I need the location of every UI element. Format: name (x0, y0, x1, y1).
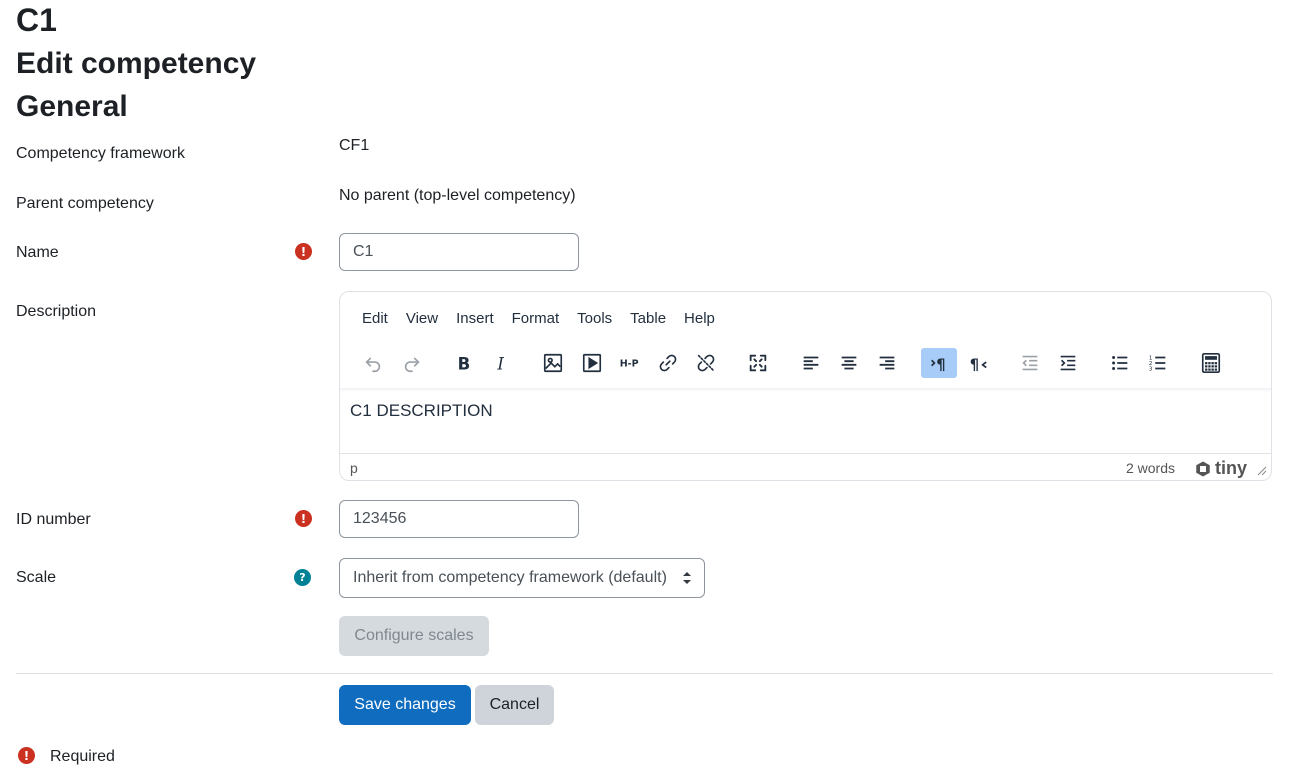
undo-icon[interactable] (355, 348, 391, 378)
menu-insert[interactable]: Insert (447, 308, 503, 330)
description-editor: Edit View Insert Format Tools Table Help… (339, 291, 1272, 481)
scale-label: Scale (16, 569, 57, 586)
bullet-list-icon[interactable] (1102, 348, 1138, 378)
menu-help[interactable]: Help (675, 308, 724, 330)
save-button[interactable]: Save changes (339, 685, 471, 725)
page-title: Edit competency (16, 47, 257, 80)
align-left-icon[interactable] (793, 348, 829, 378)
rtl-icon[interactable]: ¶ (960, 348, 996, 378)
name-label: Name (16, 244, 59, 261)
align-center-icon[interactable] (831, 348, 867, 378)
scale-select[interactable]: Inherit from competency framework (defau… (339, 558, 705, 598)
name-input[interactable] (339, 233, 579, 271)
tiny-logo[interactable]: tiny (1194, 458, 1247, 479)
tiny-logo-icon (1196, 461, 1210, 476)
outdent-icon[interactable] (1012, 348, 1048, 378)
tiny-brand-text: tiny (1214, 458, 1247, 478)
parent-value: No parent (top-level competency) (339, 187, 576, 204)
menu-tools[interactable]: Tools (568, 308, 621, 330)
unlink-icon[interactable] (688, 348, 724, 378)
svg-text:¶: ¶ (936, 356, 945, 373)
required-legend: Required (50, 748, 115, 765)
idnumber-label: ID number (16, 511, 91, 528)
media-icon[interactable] (574, 348, 610, 378)
idnumber-input[interactable] (339, 500, 579, 538)
bold-icon[interactable]: B (446, 348, 482, 378)
framework-label: Competency framework (16, 145, 185, 162)
menu-table[interactable]: Table (621, 308, 675, 330)
editor-toolbar: B I H-P ¶ ¶ 1 2 3 (340, 348, 1271, 380)
section-heading: General (16, 90, 128, 123)
course-title: C1 (16, 2, 57, 38)
menu-edit[interactable]: Edit (354, 308, 397, 330)
editor-statusbar: p 2 words tiny (340, 453, 1271, 482)
svg-text:3: 3 (1149, 366, 1153, 372)
description-label: Description (16, 303, 97, 320)
fullscreen-icon[interactable] (740, 348, 776, 378)
cancel-button[interactable]: Cancel (475, 685, 554, 725)
redo-icon[interactable] (394, 348, 430, 378)
editor-menubar: Edit View Insert Format Tools Table Help (354, 308, 724, 330)
editor-content[interactable]: C1 DESCRIPTION (350, 400, 493, 422)
help-icon[interactable]: ? (294, 569, 311, 586)
framework-value: CF1 (339, 137, 370, 154)
align-right-icon[interactable] (869, 348, 905, 378)
required-icon: ! (18, 747, 35, 764)
toolbar-shadow (340, 388, 1271, 392)
svg-text:H-P: H-P (620, 359, 639, 370)
resize-handle-icon[interactable] (1257, 466, 1267, 476)
ltr-icon[interactable]: ¶ (921, 348, 957, 378)
form-divider (16, 673, 1273, 674)
required-icon: ! (295, 243, 312, 260)
italic-icon[interactable]: I (484, 348, 520, 378)
image-icon[interactable] (535, 348, 571, 378)
h5p-icon[interactable]: H-P (612, 348, 648, 378)
parent-label: Parent competency (16, 195, 154, 212)
svg-text:¶: ¶ (970, 356, 979, 373)
svg-text:B: B (458, 354, 471, 373)
select-arrows-icon (683, 572, 691, 584)
configure-scales-button[interactable]: Configure scales (339, 616, 489, 656)
menu-format[interactable]: Format (503, 308, 569, 330)
calculator-icon[interactable] (1193, 348, 1229, 378)
numbered-list-icon[interactable]: 123 (1140, 348, 1176, 378)
element-path[interactable]: p (350, 460, 358, 476)
word-count[interactable]: 2 words (1126, 460, 1175, 476)
required-icon: ! (295, 510, 312, 527)
menu-view[interactable]: View (397, 308, 447, 330)
svg-text:I: I (496, 354, 504, 373)
indent-icon[interactable] (1050, 348, 1086, 378)
scale-select-value: Inherit from competency framework (defau… (353, 569, 667, 586)
link-icon[interactable] (650, 348, 686, 378)
